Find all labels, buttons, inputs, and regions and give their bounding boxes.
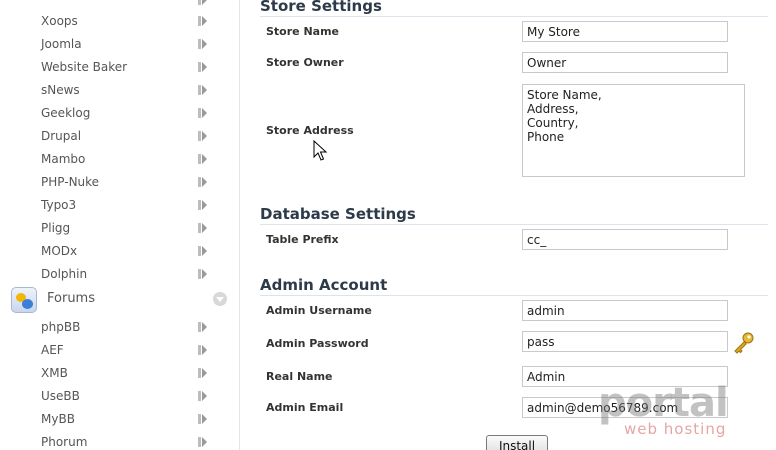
install-form: Store Settings Store Name Store Owner St… <box>241 0 776 450</box>
arrow-right-icon <box>198 154 207 164</box>
sidebar-item-php-nuke[interactable]: PHP-Nuke <box>41 172 216 192</box>
sidebar-item-mambo[interactable]: Mambo <box>41 149 216 169</box>
arrow-right-icon <box>198 177 207 187</box>
sidebar-category-label: Forums <box>47 291 95 306</box>
sidebar-item-snews[interactable]: sNews <box>41 80 216 100</box>
sidebar-item-label: sNews <box>41 83 80 97</box>
sidebar-item-label: Mambo <box>41 152 86 166</box>
store-settings-heading: Store Settings <box>260 0 768 17</box>
install-button[interactable]: Install <box>486 435 548 450</box>
real-name-input[interactable] <box>522 366 728 387</box>
sidebar-item-geeklog[interactable]: Geeklog <box>41 103 216 123</box>
sidebar-item-phpbb[interactable]: phpBB <box>41 317 216 337</box>
mouse-cursor-icon <box>313 140 328 161</box>
arrow-right-icon <box>198 414 207 424</box>
arrow-right-icon <box>198 269 207 279</box>
arrow-right-icon <box>198 368 207 378</box>
arrow-right-icon <box>198 437 207 447</box>
sidebar-item-typo3[interactable]: Typo3 <box>41 195 216 215</box>
sidebar-item-label: phpBB <box>41 320 81 334</box>
sidebar-item-label: Xoops <box>41 14 78 28</box>
store-owner-input[interactable] <box>522 52 728 73</box>
store-address-label: Store Address <box>266 124 354 137</box>
sidebar-item-label: Pligg <box>41 221 71 235</box>
arrow-right-icon <box>198 345 207 355</box>
store-name-label: Store Name <box>266 25 340 38</box>
admin-email-label: Admin Email <box>266 401 344 414</box>
sidebar-item-partial[interactable]: ​ <box>41 0 216 10</box>
sidebar-item-label: UseBB <box>41 389 80 403</box>
sidebar: ​ Xoops Joomla Website Baker sNews Geekl… <box>0 0 240 450</box>
database-settings-heading: Database Settings <box>260 205 768 225</box>
admin-username-input[interactable] <box>522 300 728 321</box>
sidebar-item-label: Phorum <box>41 435 88 449</box>
sidebar-item-drupal[interactable]: Drupal <box>41 126 216 146</box>
sidebar-item-xoops[interactable]: Xoops <box>41 11 216 31</box>
sidebar-category-forums[interactable]: Forums <box>11 287 229 313</box>
sidebar-item-mybb[interactable]: MyBB <box>41 409 216 429</box>
admin-password-input[interactable] <box>522 331 728 352</box>
arrow-right-icon <box>198 246 207 256</box>
sidebar-item-label: Drupal <box>41 129 82 143</box>
arrow-right-icon <box>198 39 207 49</box>
arrow-right-icon <box>198 200 207 210</box>
sidebar-item-pligg[interactable]: Pligg <box>41 218 216 238</box>
sidebar-item-label: PHP-Nuke <box>41 175 100 189</box>
forums-icon <box>11 287 37 313</box>
table-prefix-input[interactable] <box>522 229 728 250</box>
arrow-right-icon <box>198 391 207 401</box>
arrow-right-icon <box>198 62 207 72</box>
chevron-down-icon[interactable] <box>213 292 227 306</box>
arrow-right-icon <box>198 131 207 141</box>
sidebar-item-label: Website Baker <box>41 60 128 74</box>
admin-username-label: Admin Username <box>266 304 372 317</box>
arrow-right-icon <box>198 108 207 118</box>
sidebar-item-label: MyBB <box>41 412 75 426</box>
table-prefix-label: Table Prefix <box>266 233 339 246</box>
arrow-right-icon <box>198 85 207 95</box>
sidebar-item-joomla[interactable]: Joomla <box>41 34 216 54</box>
sidebar-item-aef[interactable]: AEF <box>41 340 216 360</box>
sidebar-item-label: Joomla <box>41 37 82 51</box>
arrow-right-icon <box>198 16 207 26</box>
store-name-input[interactable] <box>522 21 728 42</box>
sidebar-item-modx[interactable]: MODx <box>41 241 216 261</box>
sidebar-item-usebb[interactable]: UseBB <box>41 386 216 406</box>
sidebar-item-label: Typo3 <box>41 198 77 212</box>
sidebar-item-label: XMB <box>41 366 68 380</box>
sidebar-item-dolphin[interactable]: Dolphin <box>41 264 216 284</box>
sidebar-item-phorum[interactable]: Phorum <box>41 432 216 450</box>
admin-email-input[interactable] <box>522 397 728 418</box>
sidebar-item-website-baker[interactable]: Website Baker <box>41 57 216 77</box>
admin-account-heading: Admin Account <box>260 276 768 296</box>
store-address-textarea[interactable]: Store Name, Address, Country, Phone <box>522 84 745 177</box>
arrow-right-icon <box>198 0 207 5</box>
sidebar-item-xmb[interactable]: XMB <box>41 363 216 383</box>
sidebar-item-label: Geeklog <box>41 106 91 120</box>
sidebar-item-label: MODx <box>41 244 78 258</box>
store-owner-label: Store Owner <box>266 56 344 69</box>
real-name-label: Real Name <box>266 370 333 383</box>
arrow-right-icon <box>198 322 207 332</box>
sidebar-item-label: Dolphin <box>41 267 88 281</box>
sidebar-item-label: AEF <box>41 343 64 357</box>
key-icon[interactable] <box>732 331 756 355</box>
admin-password-label: Admin Password <box>266 337 369 350</box>
arrow-right-icon <box>198 223 207 233</box>
